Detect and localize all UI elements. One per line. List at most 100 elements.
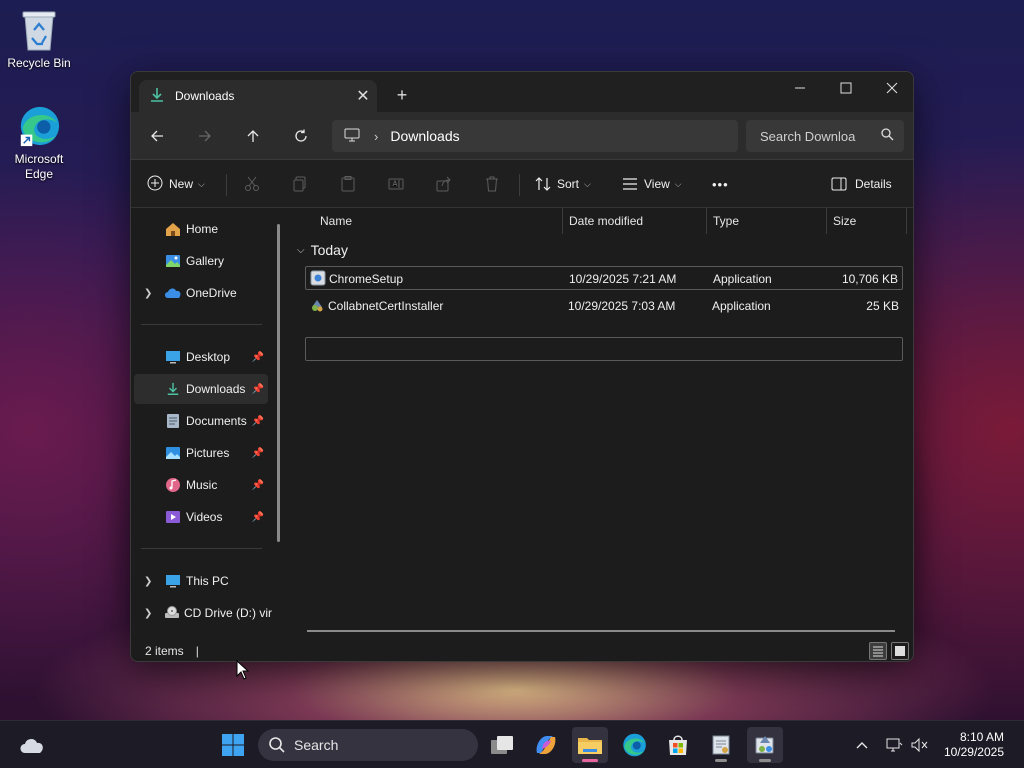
sort-icon [535,177,551,191]
sidebar-item-gallery[interactable]: Gallery [134,246,268,276]
view-label: View [644,177,670,191]
weather-widget-button[interactable] [14,727,50,763]
sidebar-divider [141,548,262,549]
tab-downloads[interactable]: Downloads ✕ [139,80,377,112]
pin-icon[interactable]: 📌 [252,512,264,523]
copilot-button[interactable] [528,727,564,763]
sidebar-item-videos[interactable]: Videos 📌 [134,502,268,532]
column-header-type[interactable]: Type [713,208,739,234]
this-pc-icon [164,572,182,590]
running-indicator [715,759,727,762]
sidebar-item-cd-drive[interactable]: ❯ CD Drive (D:) vir [134,598,272,628]
file-name: CollabnetCertInstaller [328,299,444,313]
new-button[interactable]: New ⌵ [147,170,205,198]
column-header-size[interactable]: Size [833,208,856,234]
file-type: Application [712,299,771,313]
delete-button[interactable] [484,170,500,198]
sidebar-item-this-pc[interactable]: ❯ This PC [134,566,268,596]
system-clock[interactable]: 8:10 AM 10/29/2025 [944,730,1004,760]
rename-button[interactable] [388,170,404,198]
cut-button[interactable] [244,170,260,198]
table-row-collabnetcertinstaller[interactable]: CollabnetCertInstaller 10/29/2025 7:03 A… [305,294,903,318]
more-options-button[interactable]: ••• [712,170,729,198]
edge-desktop-icon[interactable]: Microsoft Edge [1,104,77,182]
address-bar[interactable]: › Downloads [332,120,738,152]
recycle-bin-label: Recycle Bin [7,56,71,70]
close-window-button[interactable] [869,72,913,104]
file-explorer-taskbar-button[interactable] [572,727,608,763]
column-divider[interactable] [562,208,563,234]
sidebar-item-documents[interactable]: Documents 📌 [134,406,268,436]
navigation-pane: Home Gallery ❯ OneDrive Desktop 📌 Downlo… [131,208,281,638]
sidebar-item-onedrive[interactable]: ❯ OneDrive [134,278,268,308]
search-box[interactable]: Search Downloa [746,120,904,152]
installer-taskbar-button[interactable] [747,727,783,763]
table-row-chromesetup[interactable]: ChromeSetup 10/29/2025 7:21 AM Applicati… [305,266,903,290]
store-taskbar-button[interactable] [660,727,696,763]
expand-chevron-icon[interactable]: ❯ [144,608,152,619]
sidebar-scrollbar[interactable] [277,224,280,542]
details-pane-button[interactable]: Details [831,170,892,198]
home-icon [164,220,182,238]
expand-chevron-icon[interactable]: ❯ [144,576,152,587]
refresh-button[interactable] [287,122,315,150]
details-view-button[interactable] [869,642,887,660]
new-tab-button[interactable]: + [389,82,415,108]
volume-tray-button[interactable] [908,733,932,757]
column-header-name[interactable]: Name [320,208,352,234]
pin-icon[interactable]: 📌 [252,384,264,395]
certificate-manager-taskbar-button[interactable] [703,727,739,763]
minimize-button[interactable] [777,72,823,104]
column-divider[interactable] [706,208,707,234]
tiles-view-button[interactable] [891,642,909,660]
taskbar: Search 8:10 AM 10/29/2025 [0,720,1024,768]
start-button[interactable] [215,727,251,763]
back-button[interactable] [143,122,171,150]
sidebar-divider [141,324,262,325]
maximize-button[interactable] [823,72,869,104]
pin-icon[interactable]: 📌 [252,448,264,459]
network-tray-button[interactable] [882,733,906,757]
copy-button[interactable] [292,170,308,198]
pin-icon[interactable]: 📌 [252,480,264,491]
group-header-today[interactable]: ⌵ Today [297,242,348,258]
show-hidden-icons-button[interactable] [850,733,874,757]
paste-button[interactable] [340,170,356,198]
share-button[interactable] [436,170,452,198]
close-tab-icon[interactable]: ✕ [349,82,377,110]
forward-button[interactable] [191,122,219,150]
table-row[interactable] [305,337,903,361]
column-header-date[interactable]: Date modified [569,208,643,234]
sidebar-item-desktop[interactable]: Desktop 📌 [134,342,268,372]
rename-icon [388,178,404,190]
taskbar-search-box[interactable]: Search [258,729,478,761]
download-icon [164,380,182,398]
up-button[interactable] [239,122,267,150]
sort-button[interactable]: Sort ⌵ [535,170,591,198]
pin-icon[interactable]: 📌 [252,416,264,427]
task-view-button[interactable] [484,727,520,763]
recycle-bin-desktop-icon[interactable]: Recycle Bin [1,8,77,70]
breadcrumb-downloads[interactable]: Downloads [390,128,459,144]
share-icon [436,176,451,192]
column-divider[interactable] [826,208,827,234]
edge-taskbar-button[interactable] [616,727,652,763]
item-count: 2 items [145,643,184,658]
column-divider[interactable] [906,208,907,234]
sidebar-item-label: Videos [186,510,223,524]
horizontal-scrollbar[interactable] [307,630,895,632]
pin-icon[interactable]: 📌 [252,352,264,363]
windows-logo-icon [222,734,244,756]
toolbar-divider [226,174,227,196]
sidebar-item-music[interactable]: Music 📌 [134,470,268,500]
chevron-down-icon: ⌵ [674,178,682,189]
sidebar-item-pictures[interactable]: Pictures 📌 [134,438,268,468]
view-button[interactable]: View ⌵ [622,170,682,198]
sidebar-item-downloads[interactable]: Downloads 📌 [134,374,268,404]
expand-chevron-icon[interactable]: ❯ [144,288,152,299]
sidebar-item-home[interactable]: Home [134,214,268,244]
desktop-icon [164,348,182,366]
tab-title: Downloads [175,89,235,103]
cd-drive-icon [164,604,180,622]
new-label: New [169,177,194,191]
